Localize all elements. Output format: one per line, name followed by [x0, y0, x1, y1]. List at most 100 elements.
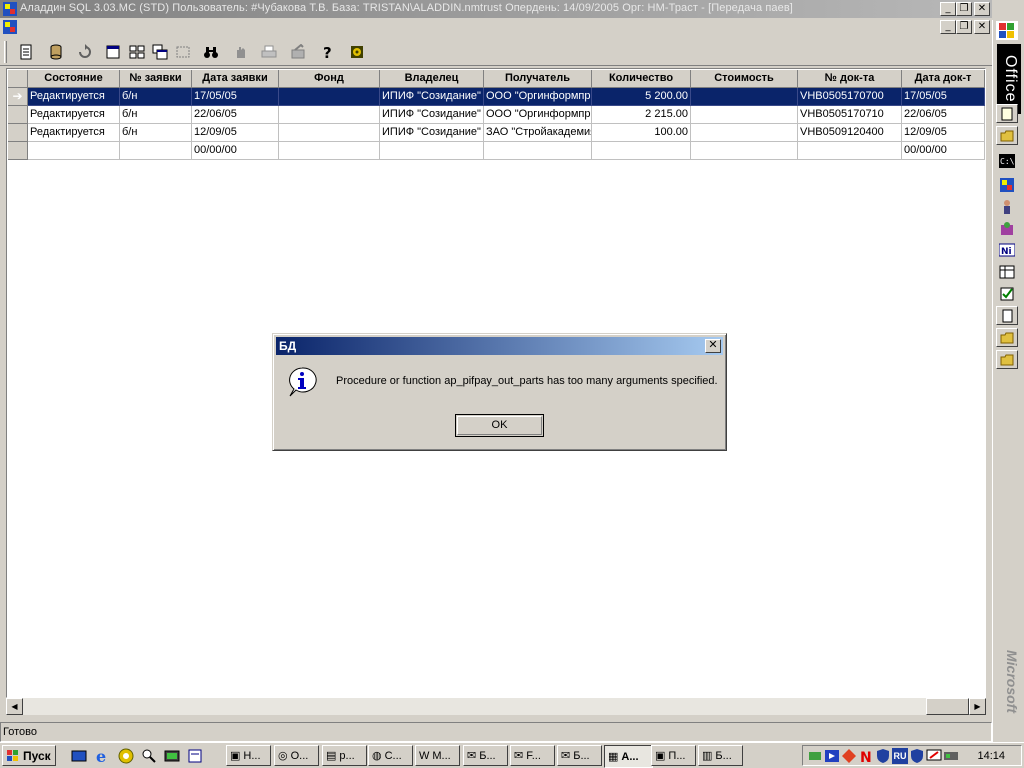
cell-cost[interactable]	[691, 142, 798, 160]
cell-doc-date[interactable]: 17/05/05	[902, 88, 985, 106]
col-header-req-no[interactable]: № заявки	[120, 70, 192, 88]
tray-network-icon[interactable]	[807, 748, 823, 764]
task-button-6[interactable]: ✉ Б...	[463, 745, 508, 766]
task-button-10[interactable]: ▣ П...	[651, 745, 696, 766]
cell-req-no[interactable]: б/н	[120, 88, 192, 106]
tray-language-indicator[interactable]: RU	[892, 748, 908, 764]
task-button-1[interactable]: ▣ Н...	[226, 745, 271, 766]
col-header-state[interactable]: Состояние	[28, 70, 120, 88]
cell-state[interactable]: Редактируется	[28, 124, 120, 142]
open-office-document-icon[interactable]	[996, 126, 1018, 145]
document-icon[interactable]	[15, 41, 37, 63]
task-button-aladdin-active[interactable]: ▦ А...	[604, 745, 653, 768]
settings-icon[interactable]	[346, 41, 368, 63]
maximize-button[interactable]: ❐	[956, 2, 972, 16]
cell-quantity[interactable]: 5 200.00	[592, 88, 691, 106]
cell-recipient[interactable]	[484, 142, 592, 160]
cell-state[interactable]: Редактируется	[28, 106, 120, 124]
cell-doc-date[interactable]: 12/09/05	[902, 124, 985, 142]
tile-icon[interactable]	[126, 41, 148, 63]
cell-req-no[interactable]: б/н	[120, 124, 192, 142]
folder-shortcut-2-icon[interactable]	[996, 350, 1018, 369]
cell-req-date[interactable]: 00/00/00	[192, 142, 279, 160]
cell-req-date[interactable]: 22/06/05	[192, 106, 279, 124]
task-button-11[interactable]: ▥ Б...	[698, 745, 743, 766]
scroll-right-arrow[interactable]: ▶	[969, 698, 986, 715]
tray-shield-icon[interactable]	[875, 748, 891, 764]
row-indicator[interactable]	[8, 142, 28, 160]
cell-doc-no[interactable]	[798, 142, 902, 160]
cell-doc-date[interactable]: 00/00/00	[902, 142, 985, 160]
aladdin-shortcut-icon[interactable]	[996, 175, 1018, 194]
spreadsheet-shortcut-icon[interactable]	[996, 262, 1018, 281]
row-indicator[interactable]	[8, 124, 28, 142]
task-button-7[interactable]: ✉ F...	[510, 745, 555, 766]
toolbar-grip[interactable]	[4, 41, 7, 63]
tray-n-icon[interactable]: N	[858, 748, 874, 766]
notes-shortcut-icon[interactable]	[996, 306, 1018, 325]
cell-req-no[interactable]	[120, 142, 192, 160]
cell-req-date[interactable]: 12/09/05	[192, 124, 279, 142]
col-header-doc-no[interactable]: № док-та	[798, 70, 902, 88]
tray-security-icon[interactable]	[909, 748, 925, 764]
cell-state[interactable]	[28, 142, 120, 160]
tray-antivirus-icon[interactable]	[841, 748, 857, 764]
msdos-prompt-icon[interactable]: C:\	[996, 151, 1018, 170]
horizontal-scrollbar[interactable]: ◀ ▶	[6, 698, 986, 715]
cell-doc-no[interactable]: VHB0505170710	[798, 106, 902, 124]
close-button[interactable]: ✕	[974, 2, 990, 16]
mdi-child-icon[interactable]	[2, 19, 18, 38]
new-office-document-icon[interactable]	[996, 104, 1018, 123]
cell-recipient[interactable]: ЗАО "Стройакадемия	[484, 124, 592, 142]
col-header-owner[interactable]: Владелец	[380, 70, 484, 88]
task-button-5[interactable]: W М...	[415, 745, 460, 766]
start-button[interactable]: Пуск	[2, 745, 56, 766]
office-logo-icon[interactable]	[996, 21, 1018, 40]
minimize-button[interactable]: _	[940, 2, 956, 16]
mdi-restore-button[interactable]: ❐	[956, 20, 972, 34]
cell-owner[interactable]: ИПИФ "Созидание"	[380, 88, 484, 106]
binoculars-icon[interactable]	[200, 41, 222, 63]
col-header-fund[interactable]: Фонд	[279, 70, 380, 88]
ok-button[interactable]: OK	[455, 414, 544, 437]
cell-quantity[interactable]: 100.00	[592, 124, 691, 142]
task-button-2[interactable]: ◎ О...	[274, 745, 319, 766]
app-icon[interactable]	[2, 1, 18, 17]
dialog-close-button[interactable]: ✕	[705, 339, 721, 353]
cell-doc-no[interactable]: VHB0505170700	[798, 88, 902, 106]
col-header-cost[interactable]: Стоимость	[691, 70, 798, 88]
cell-cost[interactable]	[691, 88, 798, 106]
clock[interactable]: 14:14	[977, 750, 1005, 762]
game-shortcut-icon[interactable]	[996, 219, 1018, 238]
dialog-title-bar[interactable]: БД ✕	[276, 337, 723, 355]
cell-fund[interactable]	[279, 124, 380, 142]
task-button-4[interactable]: ◍ С...	[368, 745, 413, 766]
row-indicator[interactable]: ➔	[8, 88, 28, 106]
cell-req-no[interactable]: б/н	[120, 106, 192, 124]
task-button-3[interactable]: ▤ р...	[322, 745, 367, 766]
cell-quantity[interactable]	[592, 142, 691, 160]
notepad-icon[interactable]	[186, 747, 204, 765]
cell-cost[interactable]	[691, 124, 798, 142]
row-indicator[interactable]	[8, 106, 28, 124]
cell-fund[interactable]	[279, 142, 380, 160]
col-header-quantity[interactable]: Количество	[592, 70, 691, 88]
cell-owner[interactable]: ИПИФ "Созидание"	[380, 124, 484, 142]
cascade-icon[interactable]	[149, 41, 171, 63]
cell-cost[interactable]	[691, 106, 798, 124]
cell-owner[interactable]	[380, 142, 484, 160]
export-icon[interactable]	[287, 41, 309, 63]
cell-fund[interactable]	[279, 106, 380, 124]
tray-monitor-icon[interactable]	[926, 748, 942, 764]
scroll-thumb[interactable]	[926, 698, 969, 715]
cell-quantity[interactable]: 2 215.00	[592, 106, 691, 124]
help-icon[interactable]: ?	[316, 41, 338, 63]
scroll-left-arrow[interactable]: ◀	[6, 698, 23, 715]
database-icon[interactable]	[45, 41, 67, 63]
mdi-minimize-button[interactable]: _	[940, 20, 956, 34]
col-header-doc-date[interactable]: Дата док-т	[902, 70, 985, 88]
cell-recipient[interactable]: ООО "Оргинформпро	[484, 106, 592, 124]
ni-shortcut-icon[interactable]: Ni	[996, 240, 1018, 259]
cell-doc-no[interactable]: VHB0509120400	[798, 124, 902, 142]
mdi-close-button[interactable]: ✕	[974, 20, 990, 34]
